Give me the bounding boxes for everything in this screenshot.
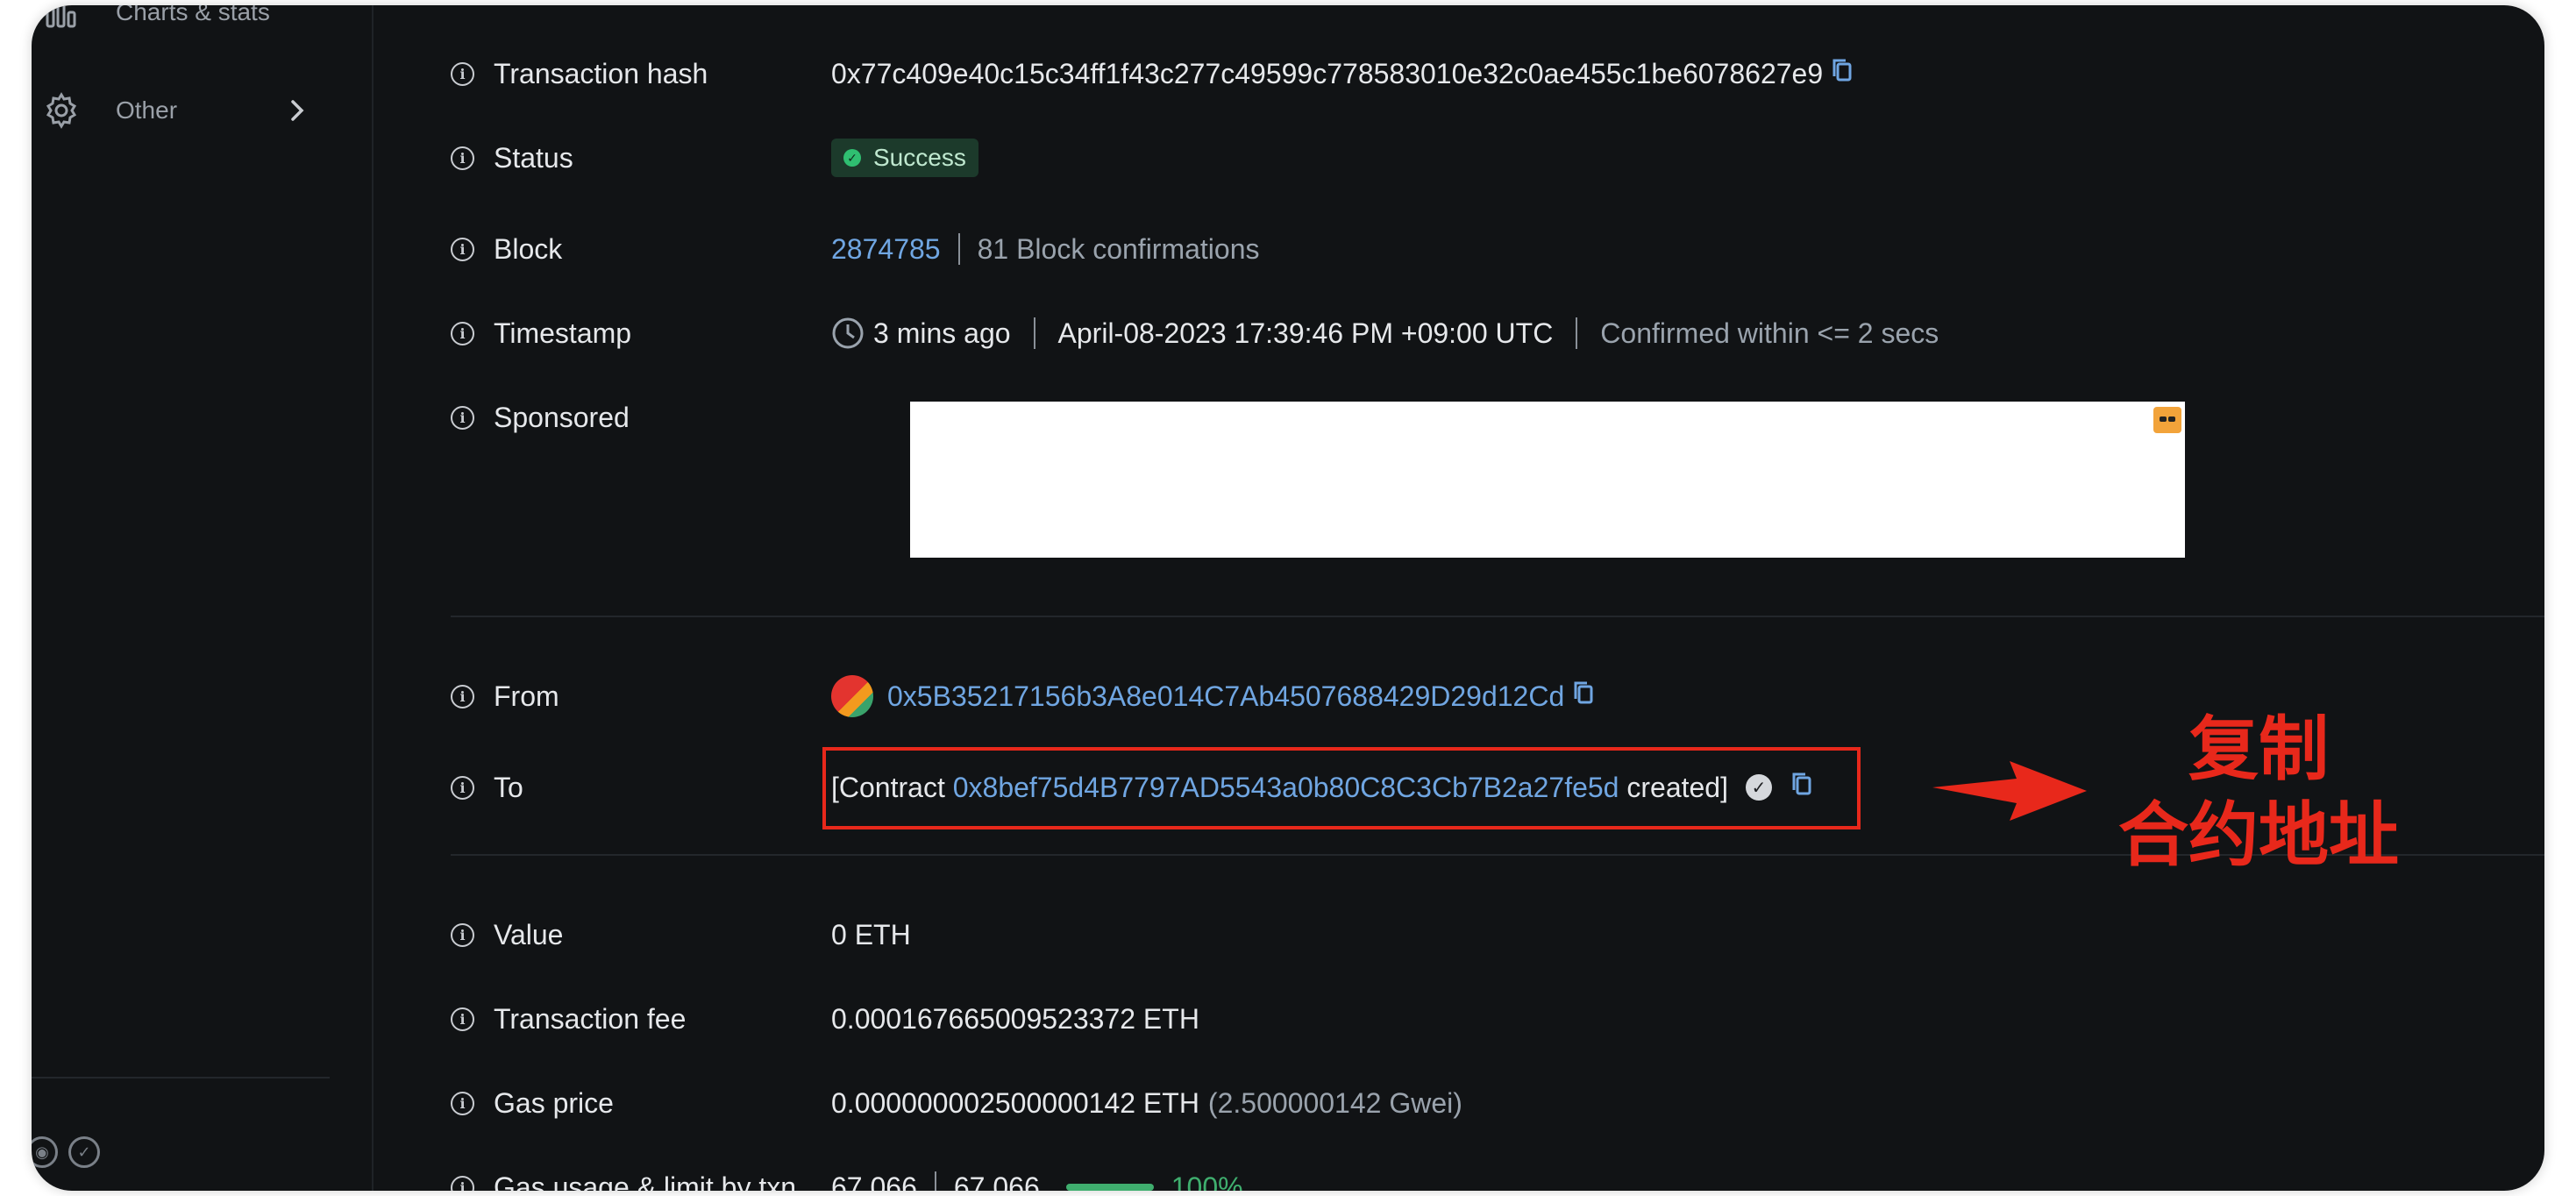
bar-chart-icon xyxy=(42,5,81,32)
gas-usage-bar xyxy=(1065,1184,1154,1191)
gas-price-gwei: (2.500000142 Gwei) xyxy=(1207,1086,1462,1119)
gas-usage-percent: 100% xyxy=(1171,1171,1243,1192)
info-icon: i xyxy=(451,405,474,430)
value-label: Value xyxy=(494,918,564,950)
block-confirmations: 81 Block confirmations xyxy=(977,232,1260,265)
tx-hash-value: 0x77c409e40c15c34ff1f43c277c49599c778583… xyxy=(831,57,1824,89)
info-icon: i xyxy=(451,1007,474,1031)
value-row: i Value 0 ETH xyxy=(451,908,2544,961)
block-row: i Block 2874785 81 Block confirmations xyxy=(451,223,2544,275)
sidebar-divider xyxy=(32,1077,330,1079)
gas-usage-value: 67,066 xyxy=(831,1171,917,1192)
status-badge: ✓ Success xyxy=(831,139,978,177)
info-icon: i xyxy=(451,321,474,345)
info-icon: i xyxy=(451,146,474,170)
annotation-text: 复制 合约地址 xyxy=(2118,707,2399,879)
sidebar-item-label: Charts & stats xyxy=(116,5,270,25)
info-icon: i xyxy=(451,1175,474,1191)
sidebar-item-other[interactable]: Other xyxy=(42,91,307,130)
check-circle-icon: ✓ xyxy=(843,149,861,167)
discord-icon[interactable]: ◉ xyxy=(32,1136,58,1168)
chevron-right-icon xyxy=(288,97,307,124)
timestamp-confirmed: Confirmed within <= 2 secs xyxy=(1600,317,1939,349)
sponsored-label: Sponsored xyxy=(494,401,630,433)
copy-icon[interactable] xyxy=(1573,680,1594,713)
info-icon: i xyxy=(451,1091,474,1115)
info-icon: i xyxy=(451,61,474,86)
transaction-details: i Transaction hash 0x77c409e40c15c34ff1f4… xyxy=(372,5,2544,1191)
ad-badge-icon xyxy=(2153,407,2181,433)
section-divider xyxy=(451,616,2544,617)
tx-fee-row: i Transaction fee 0.000167665009523372 ET… xyxy=(451,993,2544,1045)
address-avatar xyxy=(831,675,873,717)
separator xyxy=(957,233,960,265)
gas-limit-value: 67,066 xyxy=(953,1171,1040,1192)
to-label: To xyxy=(494,771,523,803)
gas-usage-label: Gas usage & limit by txn xyxy=(494,1171,797,1192)
copy-icon[interactable] xyxy=(1832,57,1853,90)
tx-fee-label: Transaction fee xyxy=(494,1002,687,1035)
gas-usage-row: i Gas usage & limit by txn 67,066 67,066 … xyxy=(451,1161,2544,1191)
status-row: i Status ✓ Success xyxy=(451,132,2544,184)
separator xyxy=(1033,317,1035,349)
sidebar-item-label: Other xyxy=(116,96,178,124)
separator xyxy=(934,1171,936,1191)
block-number-link[interactable]: 2874785 xyxy=(831,233,941,266)
app-window: Charts & stats Other ◉ ✓ i Transaction ha… xyxy=(32,5,2544,1191)
highlight-box xyxy=(822,747,1861,829)
sidebar: Charts & stats Other ◉ ✓ xyxy=(32,5,374,1191)
timestamp-absolute: April-08-2023 17:39:46 PM +09:00 UTC xyxy=(1057,317,1554,349)
tx-fee-value: 0.000167665009523372 ETH xyxy=(831,1002,1199,1035)
annotation-line-2: 合约地址 xyxy=(2118,794,2399,876)
status-value: Success xyxy=(873,144,966,171)
gear-icon xyxy=(42,91,81,130)
timestamp-relative: 3 mins ago xyxy=(873,317,1011,349)
gas-price-value: 0.000000002500000142 ETH xyxy=(831,1086,1199,1119)
info-icon: i xyxy=(451,922,474,947)
separator xyxy=(1576,317,1578,349)
info-icon: i xyxy=(451,237,474,261)
timestamp-row: i Timestamp 3 mins ago April-08-2023 17:3… xyxy=(451,307,2544,360)
timestamp-label: Timestamp xyxy=(494,317,632,349)
tx-hash-row: i Transaction hash 0x77c409e40c15c34ff1f4… xyxy=(451,47,2544,100)
from-address-link[interactable]: 0x5B35217156b3A8e014C7Ab4507688429D29d12… xyxy=(887,680,1564,713)
sponsored-ad-banner[interactable] xyxy=(910,402,2185,558)
info-icon: i xyxy=(451,684,474,708)
block-label: Block xyxy=(494,232,563,265)
clock-icon xyxy=(831,317,865,350)
from-label: From xyxy=(494,680,559,712)
value-amount: 0 ETH xyxy=(831,918,911,950)
info-icon: i xyxy=(451,775,474,800)
annotation-line-1: 复制 xyxy=(2188,708,2329,790)
gas-price-row: i Gas price 0.000000002500000142 ETH (2.5… xyxy=(451,1077,2544,1129)
social-links: ◉ ✓ xyxy=(32,1136,100,1168)
annotation-arrow xyxy=(1932,761,2087,821)
sidebar-item-charts-stats[interactable]: Charts & stats xyxy=(42,5,270,32)
status-label: Status xyxy=(494,141,573,174)
gas-price-label: Gas price xyxy=(494,1086,614,1119)
twitter-icon[interactable]: ✓ xyxy=(68,1136,100,1168)
tx-hash-label: Transaction hash xyxy=(494,57,708,89)
